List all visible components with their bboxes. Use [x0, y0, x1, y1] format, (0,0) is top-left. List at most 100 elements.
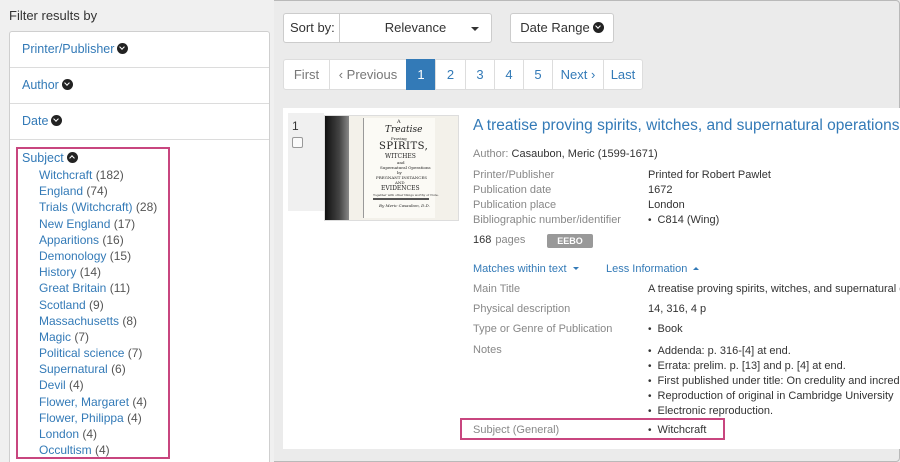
page-4[interactable]: 4: [494, 59, 524, 90]
notes-list: Addenda: p. 316-[4] at end. Errata: prel…: [648, 344, 900, 419]
subject-count: (8): [122, 313, 138, 328]
subject-item: Magic (7): [39, 329, 157, 345]
subject-link[interactable]: Apparitions: [39, 233, 99, 247]
subject-link[interactable]: Scotland: [39, 298, 86, 312]
result-author: Author: Casaubon, Meric (1599-1671): [473, 148, 658, 160]
subject-item: Flower, Philippa (4): [39, 410, 157, 426]
result-number: 1: [292, 119, 299, 133]
result-checkbox[interactable]: [292, 137, 303, 148]
note-item: First published under title: On credulit…: [648, 374, 900, 389]
meta-key: Printer/Publisher: [473, 169, 555, 181]
subject-link[interactable]: Occultism: [39, 443, 92, 457]
facet-label: Subject: [22, 151, 64, 165]
page-5[interactable]: 5: [523, 59, 553, 90]
page-2[interactable]: 2: [435, 59, 466, 90]
subject-count: (11): [109, 281, 131, 296]
detail-toggles: Matches within text Less Information: [473, 263, 700, 275]
subject-item: London (4): [39, 426, 157, 442]
pagination: First ‹ Previous 1 2 3 4 5 Next › Last: [283, 59, 643, 90]
meta-key: Notes: [473, 344, 502, 356]
filter-title: Filter results by: [9, 8, 98, 23]
thumbnail-text: Treatise: [385, 125, 423, 135]
subject-count: (28): [135, 200, 158, 215]
author-label: Author:: [473, 148, 509, 160]
facet-subject-link[interactable]: Subject: [22, 151, 78, 165]
subject-item: England (74): [39, 183, 157, 199]
caret-up-icon: [693, 267, 700, 270]
thumbnail-text: SPIRITS,: [379, 141, 429, 152]
meta-key: Main Title: [473, 283, 521, 295]
page-next[interactable]: Next ›: [552, 59, 604, 90]
meta-value: Printed for Robert Pawlet: [648, 169, 771, 181]
filter-sidebar: Filter results by Printer/Publisher Auth…: [0, 0, 274, 462]
less-information-toggle[interactable]: Less Information: [606, 263, 700, 275]
meta-key: Type or Genre of Publication: [473, 323, 613, 335]
meta-value: 14, 316, 4 p: [648, 303, 707, 315]
date-range-button[interactable]: Date Range: [510, 13, 614, 43]
facet-date[interactable]: Date: [10, 104, 269, 140]
subject-count: (9): [89, 297, 104, 312]
result-card: 1 A Treatise Proving SPIRITS, WITCHES an…: [283, 108, 900, 449]
subject-link[interactable]: New England: [39, 217, 110, 231]
page-first[interactable]: First: [283, 59, 330, 90]
author-value: Casaubon, Meric (1599-1671): [511, 148, 658, 160]
eebo-badge: EEBO: [547, 234, 593, 248]
date-range-label: Date Range: [520, 20, 590, 35]
page-count: 168 pages: [473, 234, 525, 246]
subject-count: (4): [127, 410, 142, 425]
subject-item: Witchcraft (182): [39, 167, 157, 183]
meta-value: A treatise proving spirits, witches, and…: [648, 283, 900, 295]
facet-date-link[interactable]: Date: [22, 114, 63, 128]
page-3[interactable]: 3: [465, 59, 495, 90]
thumbnail-text: Supernatural Operations: [380, 165, 431, 170]
meta-key: Subject (General): [473, 424, 560, 436]
subject-list: Witchcraft (182) England (74) Trials (Wi…: [39, 167, 157, 458]
subject-item: Demonology (15): [39, 248, 157, 264]
subject-count: (6): [111, 362, 126, 377]
subject-link[interactable]: History: [39, 265, 76, 279]
subject-item: Political science (7): [39, 345, 157, 361]
subject-count: (4): [95, 443, 110, 458]
subject-link[interactable]: Supernatural: [39, 362, 108, 376]
matches-within-text-toggle[interactable]: Matches within text: [473, 263, 579, 275]
subject-link[interactable]: Political science: [39, 346, 124, 360]
sort-dropdown[interactable]: Relevance: [339, 13, 492, 43]
facet-printer-publisher-link[interactable]: Printer/Publisher: [22, 42, 129, 56]
subject-link[interactable]: Magic: [39, 330, 71, 344]
page-1[interactable]: 1: [406, 59, 436, 90]
book-thumbnail[interactable]: A Treatise Proving SPIRITS, WITCHES and …: [324, 115, 459, 221]
meta-key: Publication place: [473, 199, 557, 211]
less-label: Less Information: [606, 263, 688, 275]
subject-link[interactable]: England: [39, 184, 83, 198]
subject-item: Massachusetts (8): [39, 313, 157, 329]
subject-link[interactable]: Witchcraft: [39, 168, 92, 182]
thumbnail-binding: [325, 116, 349, 220]
subject-link[interactable]: Great Britain: [39, 281, 106, 295]
facet-author[interactable]: Author: [10, 68, 269, 104]
page-previous[interactable]: ‹ Previous: [329, 59, 407, 90]
subject-link[interactable]: Devil: [39, 378, 66, 392]
page-count-value: 168: [473, 234, 492, 246]
subject-link[interactable]: Flower, Margaret: [39, 395, 129, 409]
result-title-link[interactable]: A treatise proving spirits, witches, and…: [473, 117, 900, 135]
matches-label: Matches within text: [473, 263, 567, 275]
subject-count: (4): [69, 378, 84, 393]
subject-link[interactable]: Trials (Witchcraft): [39, 200, 133, 214]
thumbnail-text: Together with other things worthy of Not…: [373, 193, 439, 197]
subject-link[interactable]: Massachusetts: [39, 314, 119, 328]
subject-link[interactable]: London: [39, 427, 79, 441]
subject-link[interactable]: Flower, Philippa: [39, 411, 124, 425]
facet-printer-publisher[interactable]: Printer/Publisher: [10, 32, 269, 68]
page-last[interactable]: Last: [603, 59, 643, 90]
facet-label: Date: [22, 114, 49, 128]
meta-key: Physical description: [473, 303, 571, 315]
subject-link[interactable]: Demonology: [39, 249, 106, 263]
subject-item: History (14): [39, 264, 157, 280]
facet-author-link[interactable]: Author: [22, 78, 73, 92]
chevron-up-icon: [66, 152, 78, 163]
meta-value: 1672: [648, 184, 673, 196]
meta-key: Bibliographic number/identifier: [473, 214, 621, 226]
chevron-down-icon: [51, 115, 63, 126]
thumbnail-text: EVIDENCES: [381, 185, 420, 192]
subject-facet-highlight: Subject Witchcraft (182) England (74) Tr…: [16, 147, 170, 459]
